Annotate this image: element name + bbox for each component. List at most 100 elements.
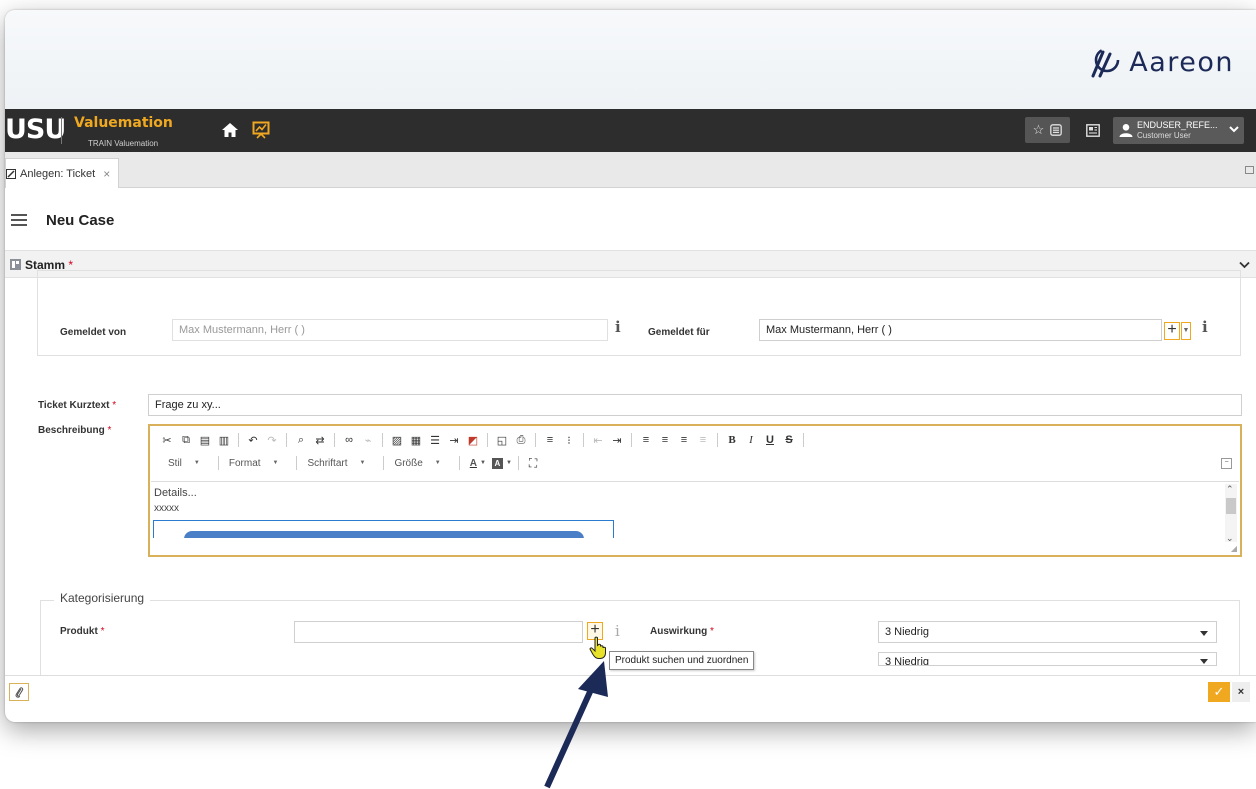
embedded-image-shape bbox=[184, 531, 584, 538]
unlink-icon[interactable]: ⌁ bbox=[361, 434, 375, 447]
news-button[interactable] bbox=[1080, 117, 1106, 143]
print-icon[interactable]: ⎙ bbox=[514, 434, 528, 447]
caret-down-icon: ▼ bbox=[479, 460, 486, 466]
italic-icon[interactable]: I bbox=[744, 434, 758, 446]
reporter-panel bbox=[37, 270, 1241, 356]
dringlichkeit-select[interactable]: 3 Niedrig bbox=[878, 652, 1217, 666]
add-person-dropdown[interactable]: ▼ bbox=[1181, 322, 1191, 340]
toolbar-separator bbox=[717, 433, 718, 447]
outdent-icon[interactable]: ⇤ bbox=[591, 434, 605, 447]
rich-text-editor[interactable]: ✂ ⧉ ▤ ▥ ↶ ↷ ⌕ ⇄ ∞ ⌁ ▨ ▦ ☰ ⇥ ◩ ◱ ⎙ ≡ ⁝ ⇤ … bbox=[148, 424, 1242, 557]
window-restore-icon[interactable] bbox=[1245, 166, 1254, 174]
user-menu[interactable]: ENDUSER_REFE... Customer User bbox=[1113, 117, 1244, 144]
form-footer: ✓ × bbox=[5, 675, 1256, 705]
gemeldet-von-label: Gemeldet von bbox=[60, 327, 127, 338]
embedded-image[interactable] bbox=[153, 520, 614, 538]
numbered-list-icon[interactable]: ≡ bbox=[543, 434, 557, 446]
maximize-icon[interactable]: ⛶ bbox=[529, 456, 537, 471]
favorites-button[interactable]: ☆ bbox=[1025, 117, 1070, 143]
strikethrough-icon[interactable]: S bbox=[782, 434, 796, 446]
home-button[interactable] bbox=[219, 119, 241, 141]
editor-content[interactable]: Details... xxxxx ⌃ ⌄ ◢ bbox=[151, 481, 1239, 554]
horizontal-line-icon[interactable]: ☰ bbox=[428, 434, 442, 447]
caret-down-icon: ▼ bbox=[193, 460, 200, 466]
tab-anlegen-ticket[interactable]: Anlegen: Ticket × bbox=[5, 158, 120, 188]
chevron-down-icon[interactable] bbox=[1239, 261, 1250, 269]
tab-close-button[interactable]: × bbox=[103, 167, 110, 181]
collapse-toolbar-icon[interactable]: − bbox=[1221, 458, 1232, 469]
scroll-up-icon[interactable]: ⌃ bbox=[1226, 484, 1234, 495]
gemeldet-von-field[interactable]: Max Mustermann, Herr ( ) bbox=[172, 319, 608, 341]
font-combo[interactable]: Schriftart ▼ bbox=[307, 458, 383, 469]
info-icon[interactable]: i bbox=[615, 622, 620, 640]
caret-down-icon: ▼ bbox=[272, 460, 279, 466]
chevron-down-icon bbox=[1229, 126, 1239, 133]
toolbar-separator bbox=[383, 456, 385, 470]
paste-text-icon[interactable]: ▥ bbox=[217, 434, 231, 447]
scroll-thumb[interactable] bbox=[1226, 498, 1236, 514]
bold-icon[interactable]: B bbox=[725, 434, 739, 446]
auswirkung-label-text: Auswirkung bbox=[650, 626, 708, 637]
aareon-logo-icon bbox=[1091, 47, 1120, 78]
align-left-icon[interactable]: ≡ bbox=[639, 434, 653, 446]
find-icon[interactable]: ⌕ bbox=[294, 434, 308, 447]
brand-band: Aareon bbox=[5, 10, 1256, 109]
scroll-down-icon[interactable]: ⌄ bbox=[1226, 533, 1234, 544]
format-combo[interactable]: Format ▼ bbox=[229, 458, 297, 469]
copy-icon[interactable]: ⧉ bbox=[179, 434, 193, 447]
cancel-button[interactable]: × bbox=[1232, 682, 1250, 702]
special-image-icon[interactable]: ◩ bbox=[466, 434, 480, 447]
editor-format-toolbar: Stil ▼ Format ▼ Schriftart ▼ Größe ▼ A ▼ A ▼ ⛶ bbox=[168, 454, 537, 472]
auswirkung-label: Auswirkung * bbox=[650, 626, 714, 637]
ticket-kurztext-input[interactable]: Frage zu xy... bbox=[148, 394, 1242, 416]
underline-icon[interactable]: U bbox=[763, 434, 777, 446]
align-right-icon[interactable]: ≡ bbox=[677, 434, 691, 446]
toolbar-separator bbox=[382, 433, 383, 447]
info-icon[interactable]: i bbox=[615, 318, 621, 336]
link-icon[interactable]: ∞ bbox=[342, 434, 356, 446]
attachment-button[interactable] bbox=[9, 683, 29, 701]
undo-icon[interactable]: ↶ bbox=[246, 434, 260, 447]
list-icon bbox=[1050, 124, 1063, 136]
indent-block-icon[interactable]: ⇥ bbox=[447, 434, 461, 447]
auswirkung-select[interactable]: 3 Niedrig bbox=[878, 621, 1217, 643]
bullet-list-icon[interactable]: ⁝ bbox=[562, 434, 576, 447]
toolbar-separator bbox=[334, 433, 335, 447]
background-color-icon[interactable]: A bbox=[491, 457, 503, 469]
add-person-button[interactable]: + bbox=[1164, 322, 1180, 340]
style-combo[interactable]: Stil ▼ bbox=[168, 458, 218, 469]
produkt-field[interactable] bbox=[294, 621, 583, 643]
logo-divider bbox=[61, 117, 62, 144]
align-justify-icon[interactable]: ≡ bbox=[696, 434, 710, 446]
caret-down-icon bbox=[1200, 659, 1208, 664]
presentation-button[interactable] bbox=[250, 119, 272, 141]
size-combo[interactable]: Größe ▼ bbox=[394, 458, 458, 469]
info-icon[interactable]: i bbox=[1202, 318, 1208, 336]
toolbar-separator bbox=[535, 433, 536, 447]
caret-down-icon: ▼ bbox=[434, 460, 441, 466]
resize-handle-icon[interactable]: ◢ bbox=[1231, 544, 1237, 553]
indent-icon[interactable]: ⇥ bbox=[610, 434, 624, 447]
combo-label: Größe bbox=[394, 457, 423, 469]
confirm-button[interactable]: ✓ bbox=[1208, 682, 1230, 702]
paste-icon[interactable]: ▤ bbox=[198, 434, 212, 447]
redo-icon[interactable]: ↷ bbox=[265, 434, 279, 447]
select-value: 3 Niedrig bbox=[885, 626, 930, 638]
editor-toolbar: ✂ ⧉ ▤ ▥ ↶ ↷ ⌕ ⇄ ∞ ⌁ ▨ ▦ ☰ ⇥ ◩ ◱ ⎙ ≡ ⁝ ⇤ … bbox=[160, 429, 806, 451]
usu-logo: USU bbox=[5, 114, 66, 145]
preview-icon[interactable]: ◱ bbox=[495, 434, 509, 447]
align-center-icon[interactable]: ≡ bbox=[658, 434, 672, 446]
caret-down-icon: ▼ bbox=[505, 460, 512, 466]
editor-scrollbar[interactable]: ⌃ ⌄ bbox=[1225, 484, 1237, 544]
replace-icon[interactable]: ⇄ bbox=[313, 434, 327, 447]
text-color-icon[interactable]: A bbox=[470, 458, 477, 469]
caret-down-icon: ▼ bbox=[1182, 327, 1190, 334]
image-icon[interactable]: ▨ bbox=[390, 434, 404, 447]
hamburger-menu-icon[interactable] bbox=[11, 214, 27, 229]
select-value: 3 Niedrig bbox=[885, 656, 930, 666]
table-icon[interactable]: ▦ bbox=[409, 434, 423, 447]
gemeldet-fuer-field[interactable]: Max Mustermann, Herr ( ) bbox=[759, 319, 1162, 341]
required-marker: * bbox=[107, 425, 112, 436]
checkmark-icon: ✓ bbox=[1213, 684, 1225, 699]
cut-icon[interactable]: ✂ bbox=[160, 434, 174, 447]
